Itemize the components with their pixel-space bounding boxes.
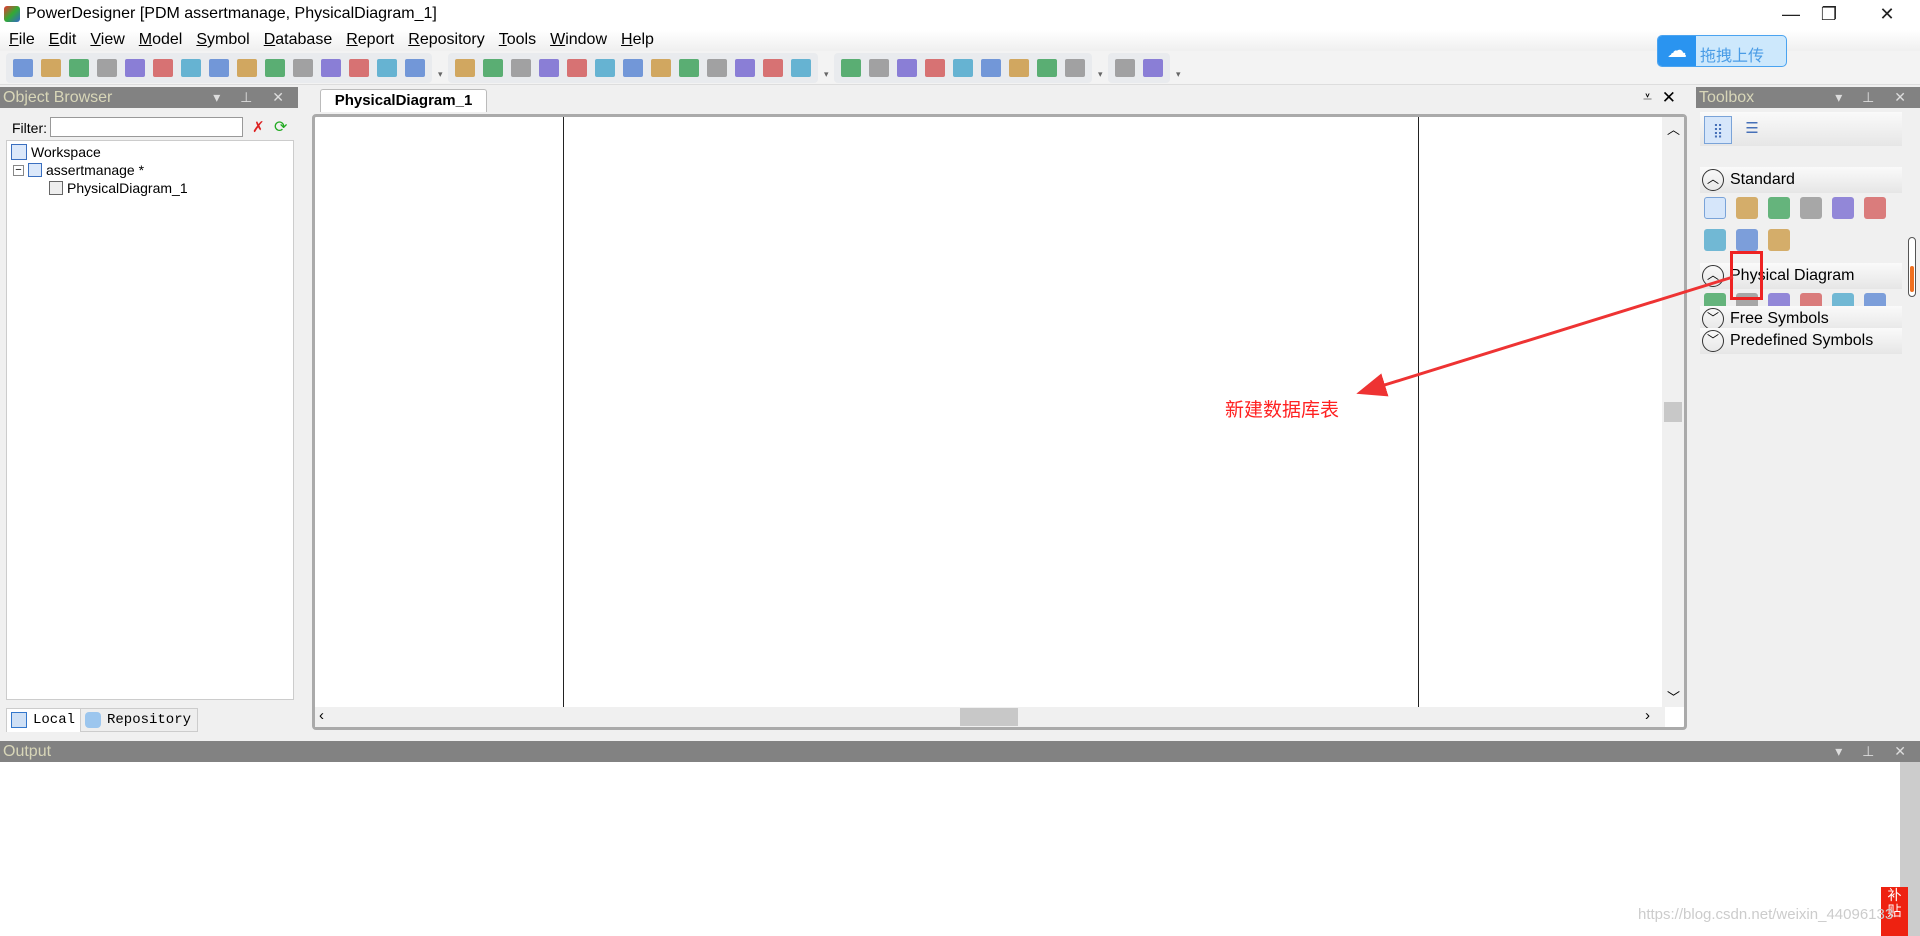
watermark: https://blog.csdn.net/weixin_44096133 [1638, 906, 1894, 923]
annotation-text: 新建数据库表 [1225, 400, 1340, 421]
annotation-arrow [1356, 275, 1734, 397]
